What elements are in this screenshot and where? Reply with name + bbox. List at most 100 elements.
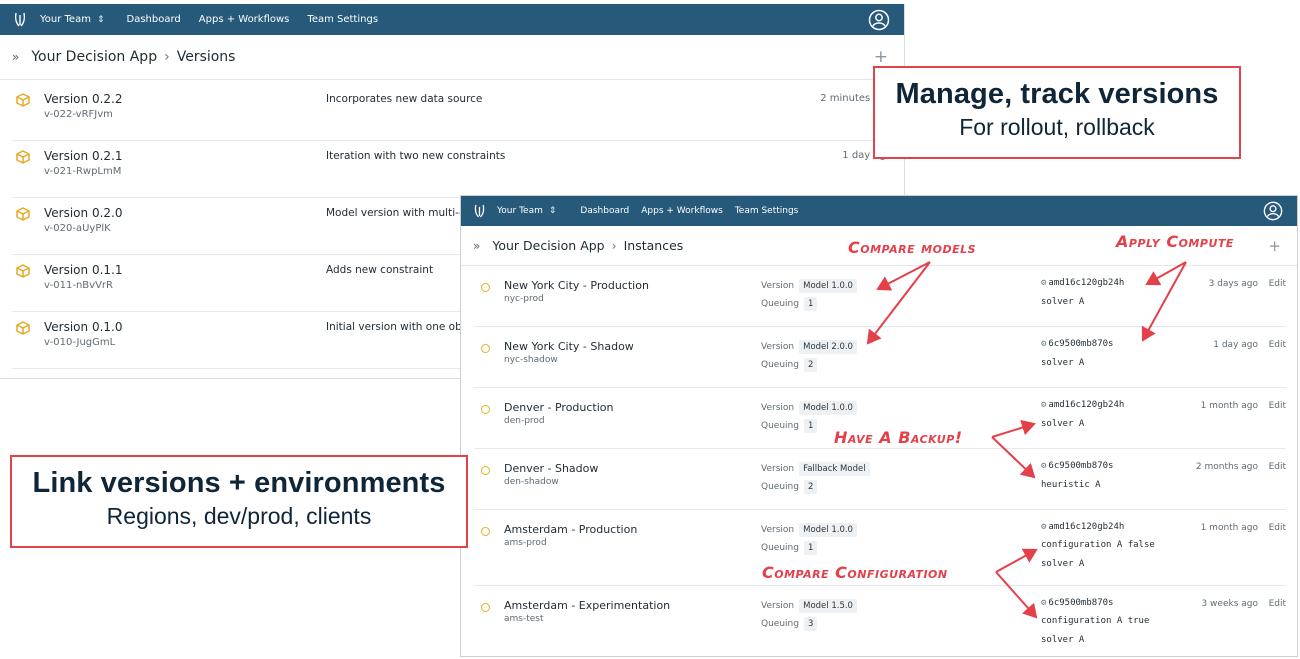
version-id: v-022-vRFJvm	[44, 109, 113, 120]
nav-dashboard[interactable]: Dashboard	[127, 14, 181, 25]
breadcrumb-section: Versions	[176, 49, 236, 65]
queuing-field: Queuing 2	[761, 480, 818, 494]
version-cube-icon	[16, 320, 30, 339]
edit-link[interactable]: Edit	[1269, 340, 1286, 350]
instance-row[interactable]: New York City - Shadow nyc-shadow Versio…	[474, 327, 1286, 388]
chevron-right-icon: ›	[611, 238, 617, 253]
instance-slug: den-prod	[504, 416, 545, 426]
instance-time: 1 month ago	[1200, 401, 1258, 411]
nav-apps-workflows[interactable]: Apps + Workflows	[641, 206, 723, 216]
breadcrumb: » Your Decision App › Versions +	[0, 35, 904, 80]
version-chip[interactable]: Model 1.0.0	[799, 279, 857, 293]
version-field: Version Model 2.0.0	[761, 340, 857, 354]
version-description: Adds new constraint	[326, 264, 434, 276]
version-cube-icon	[16, 263, 30, 282]
queuing-label: Queuing	[761, 299, 799, 309]
instance-slug: nyc-prod	[504, 294, 544, 304]
breadcrumb-app[interactable]: Your Decision App	[31, 49, 157, 65]
version-row[interactable]: Version 0.2.1 v-021-RwpLmM Iteration wit…	[12, 141, 892, 198]
execution-class-value: 6c9500mb870s	[1048, 598, 1114, 608]
instance-row[interactable]: New York City - Production nyc-prod Vers…	[474, 266, 1286, 327]
version-label: Version	[761, 601, 795, 611]
instance-time: 2 months ago	[1195, 462, 1258, 472]
execution-class: ⚙ amd16c120gb24h	[1041, 400, 1124, 410]
team-switcher[interactable]: Your Team ⇕	[40, 14, 105, 25]
instance-row[interactable]: Denver - Shadow den-shadow Version Fallba…	[474, 449, 1286, 510]
version-chip[interactable]: Fallback Model	[799, 462, 870, 476]
queuing-label: Queuing	[761, 619, 799, 629]
version-description: Incorporates new data source	[326, 93, 483, 105]
gear-icon: ⚙	[1041, 598, 1047, 608]
edit-link[interactable]: Edit	[1269, 401, 1286, 411]
queuing-label: Queuing	[761, 543, 799, 553]
version-chip[interactable]: Model 2.0.0	[799, 340, 857, 354]
instance-name: Amsterdam - Experimentation	[504, 599, 671, 612]
breadcrumb-app[interactable]: Your Decision App	[492, 238, 604, 253]
account-icon[interactable]	[868, 9, 890, 35]
version-name: Version 0.2.2	[44, 92, 123, 106]
app-logo-icon[interactable]	[14, 12, 26, 27]
instance-name: Denver - Production	[504, 401, 614, 414]
status-dot-icon	[481, 527, 490, 536]
queuing-chip: 1	[803, 419, 818, 433]
queuing-chip: 2	[803, 358, 818, 372]
queuing-chip: 3	[803, 617, 818, 631]
instance-time: 1 month ago	[1200, 523, 1258, 533]
expand-sidebar-icon[interactable]: »	[473, 239, 480, 253]
execution-class-value: amd16c120gb24h	[1048, 400, 1125, 410]
nav-team-settings[interactable]: Team Settings	[735, 206, 799, 216]
instance-time: 3 days ago	[1208, 279, 1258, 289]
queuing-chip: 1	[803, 541, 818, 555]
add-instance-icon[interactable]: +	[1268, 237, 1281, 255]
queuing-field: Queuing 1	[761, 419, 818, 433]
queuing-field: Queuing 2	[761, 358, 818, 372]
annotation-apply-compute: Apply Compute	[1116, 232, 1234, 251]
version-cube-icon	[16, 206, 30, 225]
chevron-updown-icon: ⇕	[548, 206, 557, 216]
version-chip[interactable]: Model 1.0.0	[799, 523, 857, 537]
config-line: solver A	[1041, 297, 1085, 307]
version-name: Version 0.1.1	[44, 263, 123, 277]
app-logo-icon[interactable]	[474, 204, 485, 218]
queuing-field: Queuing 1	[761, 297, 818, 311]
instance-slug: ams-test	[504, 614, 544, 624]
instance-row[interactable]: Amsterdam - Experimentation ams-test Ver…	[474, 586, 1286, 656]
expand-sidebar-icon[interactable]: »	[12, 50, 19, 64]
version-chip[interactable]: Model 1.5.0	[799, 599, 857, 613]
callout-manage-versions: Manage, track versions For rollout, roll…	[873, 66, 1241, 159]
callout-subtitle: Regions, dev/prod, clients	[106, 503, 372, 529]
status-dot-icon	[481, 405, 490, 414]
config-line: solver A	[1041, 419, 1085, 429]
instance-slug: ams-prod	[504, 538, 547, 548]
edit-link[interactable]: Edit	[1269, 279, 1286, 289]
instance-name: New York City - Shadow	[504, 340, 634, 353]
edit-link[interactable]: Edit	[1269, 523, 1286, 533]
gear-icon: ⚙	[1041, 339, 1047, 349]
status-dot-icon	[481, 466, 490, 475]
team-name: Your Team	[497, 206, 543, 216]
version-name: Version 0.2.1	[44, 149, 123, 163]
config-line: configuration A false	[1041, 540, 1155, 550]
team-switcher[interactable]: Your Team ⇕	[497, 206, 556, 216]
version-row[interactable]: Version 0.2.2 v-022-vRFJvm Incorporates …	[12, 84, 892, 141]
queuing-label: Queuing	[761, 482, 799, 492]
version-field: Version Fallback Model	[761, 462, 870, 476]
version-chip[interactable]: Model 1.0.0	[799, 401, 857, 415]
status-dot-icon	[481, 344, 490, 353]
version-field: Version Model 1.5.0	[761, 599, 857, 613]
instance-slug: nyc-shadow	[504, 355, 558, 365]
account-icon[interactable]	[1263, 201, 1283, 225]
instance-name: Denver - Shadow	[504, 462, 599, 475]
nav-team-settings[interactable]: Team Settings	[307, 14, 378, 25]
nav-apps-workflows[interactable]: Apps + Workflows	[199, 14, 290, 25]
status-dot-icon	[481, 283, 490, 292]
edit-link[interactable]: Edit	[1269, 599, 1286, 609]
version-name: Version 0.1.0	[44, 320, 123, 334]
execution-class-value: 6c9500mb870s	[1048, 339, 1114, 349]
gear-icon: ⚙	[1041, 522, 1047, 532]
status-dot-icon	[481, 603, 490, 612]
chevron-updown-icon: ⇕	[96, 14, 105, 25]
add-version-icon[interactable]: +	[874, 47, 888, 67]
edit-link[interactable]: Edit	[1269, 462, 1286, 472]
nav-dashboard[interactable]: Dashboard	[580, 206, 629, 216]
